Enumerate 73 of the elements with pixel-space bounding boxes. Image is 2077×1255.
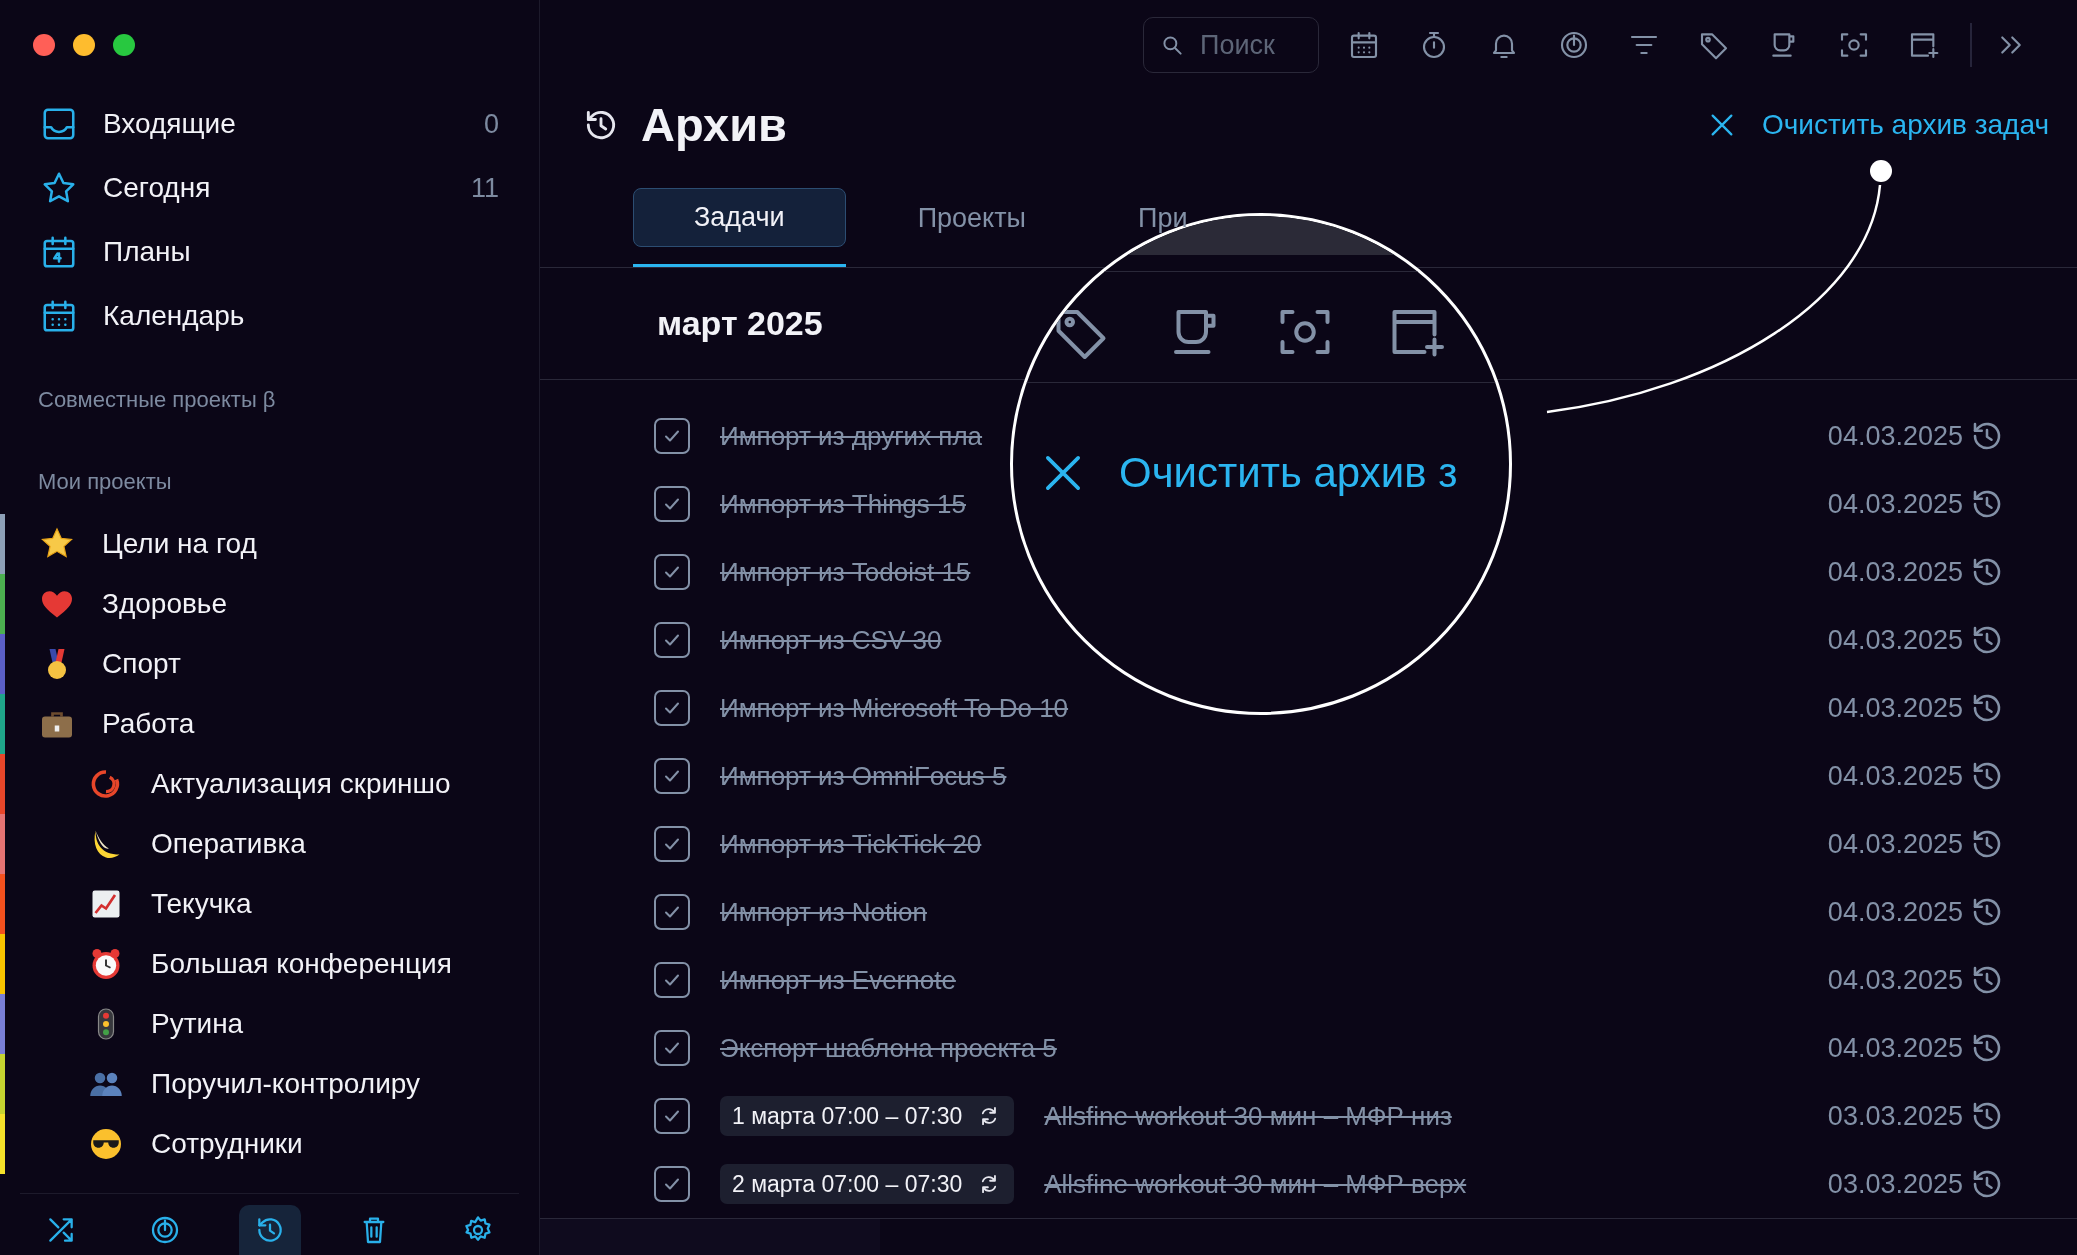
window-control[interactable]	[113, 34, 135, 56]
project-item[interactable]: Оперативка	[88, 823, 306, 865]
window-control[interactable]	[33, 34, 55, 56]
month-heading: март 2025	[657, 303, 823, 344]
clear-archive-button[interactable]: Очистить архив задач	[1705, 104, 2049, 146]
checkbox[interactable]	[654, 826, 690, 862]
project-item[interactable]: Цели на год	[39, 523, 257, 565]
project-item[interactable]: Работа	[39, 703, 195, 745]
anchor-dot	[1870, 160, 1892, 182]
task-date: 03.03.2025	[1827, 1167, 1963, 1201]
checkbox[interactable]	[654, 962, 690, 998]
nav-item[interactable]: Планы	[0, 220, 539, 284]
toolbar-button[interactable]	[238, 1205, 301, 1255]
task-title: Импорт из Things 15	[720, 487, 966, 521]
task-title: Allsfine workout 30 мин – МФР низ	[1044, 1099, 1452, 1133]
task-title: Импорт из Evernote	[720, 963, 956, 997]
task-date: 04.03.2025	[1827, 555, 1963, 589]
task-date: 04.03.2025	[1827, 419, 1963, 453]
nav-item[interactable]: Календарь	[0, 284, 539, 348]
task-title: Импорт из Microsoft To Do 10	[720, 691, 1069, 725]
task-title: Allsfine workout 30 мин – МФР верх	[1044, 1167, 1467, 1201]
task-date: 04.03.2025	[1827, 827, 1963, 861]
project-item[interactable]: Рутина	[88, 1003, 244, 1045]
checkbox[interactable]	[654, 486, 690, 522]
checkbox[interactable]	[654, 1098, 690, 1134]
section-heading: Совместные проекты β	[37, 386, 277, 414]
project-item[interactable]: Сотрудники	[88, 1123, 303, 1165]
search-field[interactable]: Поиск	[1143, 17, 1319, 73]
project-item[interactable]: Спорт	[39, 643, 181, 685]
task-date: 04.03.2025	[1827, 487, 1963, 521]
task-date: 03.03.2025	[1827, 1099, 1963, 1133]
nav-item[interactable]: Входящие 0	[0, 92, 539, 156]
page-title: Архив	[641, 96, 787, 153]
task-title: Экспорт шаблона проекта 5	[720, 1031, 1057, 1065]
task-title: Импорт из других пла	[720, 419, 983, 453]
project-item[interactable]: Поручил-контролиру	[88, 1063, 421, 1105]
task-date: 04.03.2025	[1827, 691, 1963, 725]
task-title: Импорт из TickTick 20	[720, 827, 982, 861]
checkbox[interactable]	[654, 554, 690, 590]
checkbox[interactable]	[654, 894, 690, 930]
checkbox[interactable]	[654, 622, 690, 658]
task-title: Импорт из OmniFocus 5	[720, 759, 1007, 793]
item-count: 0	[483, 107, 499, 141]
tab[interactable]: При	[1138, 203, 1188, 233]
task-date: 04.03.2025	[1827, 895, 1963, 929]
item-count: 11	[470, 171, 499, 205]
checkbox[interactable]	[654, 1166, 690, 1202]
checkbox[interactable]	[654, 1030, 690, 1066]
sunglasses-face-icon	[88, 1126, 124, 1162]
section-heading: Мои проекты	[37, 468, 173, 496]
tab[interactable]: Задачи	[633, 188, 846, 247]
task-date: 04.03.2025	[1827, 759, 1963, 793]
nav-item[interactable]: Сегодня 11	[0, 156, 539, 220]
task-title: Импорт из Notion	[720, 895, 927, 929]
clear-archive-label: Очистить архив з	[1119, 448, 1458, 498]
calendar-icon[interactable]	[1348, 29, 1380, 61]
window-control[interactable]	[73, 34, 95, 56]
task-date: 04.03.2025	[1827, 963, 1963, 997]
checkbox[interactable]	[654, 418, 690, 454]
project-item[interactable]: Текучка	[88, 883, 252, 925]
project-item[interactable]: Здоровье	[39, 583, 227, 625]
inbox-icon	[40, 105, 78, 143]
checkbox[interactable]	[654, 758, 690, 794]
time-badge: 2 марта 07:00 – 07:30	[720, 1164, 1015, 1204]
time-badge: 1 марта 07:00 – 07:30	[720, 1096, 1015, 1136]
project-item[interactable]: Актуализация скриншо	[88, 763, 451, 805]
task-date: 04.03.2025	[1827, 1031, 1963, 1065]
task-title: Импорт из CSV 30	[720, 623, 942, 657]
task-date: 04.03.2025	[1827, 623, 1963, 657]
task-title: Импорт из Todoist 15	[720, 555, 971, 589]
tab[interactable]: Проекты	[917, 203, 1026, 233]
checkbox[interactable]	[654, 690, 690, 726]
project-item[interactable]: Большая конференция	[88, 943, 452, 985]
